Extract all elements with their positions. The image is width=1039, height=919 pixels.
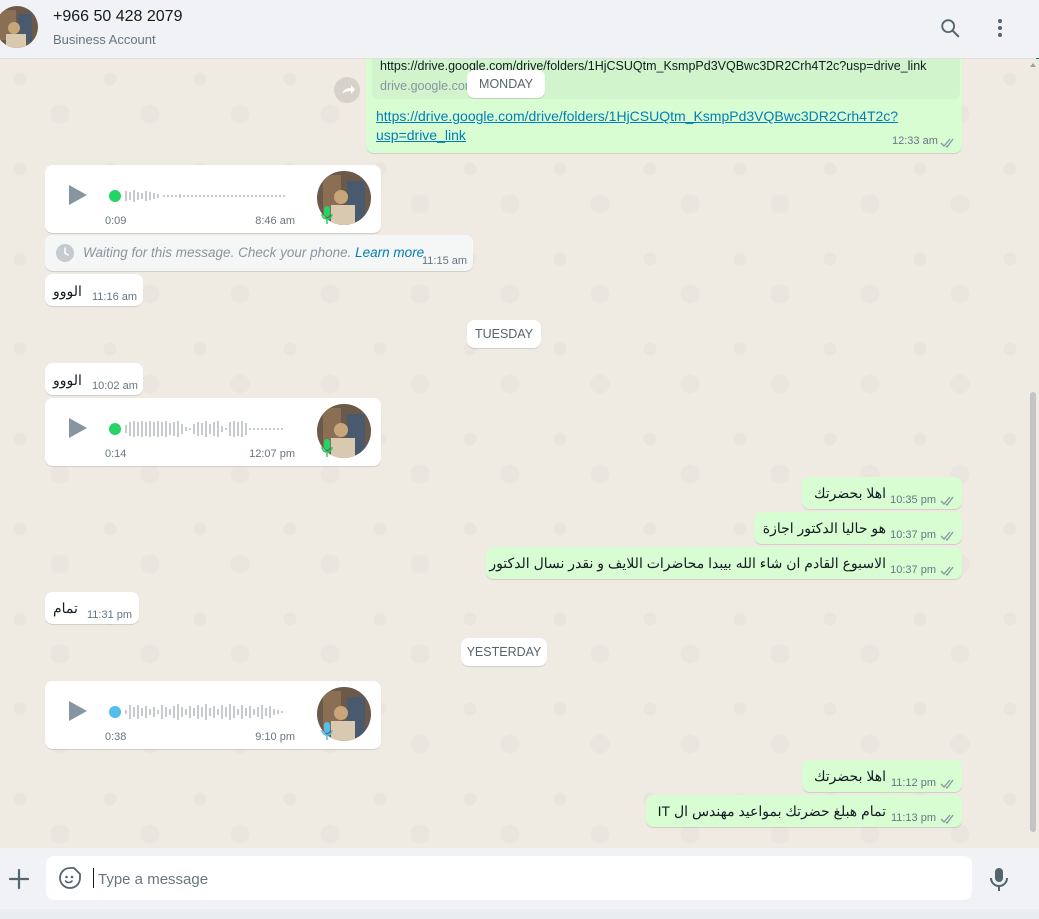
message-time: 12:07 pm <box>249 448 295 460</box>
date-separator: MONDAY <box>467 70 545 98</box>
message-text: تمام هبلغ حضرتك بمواعيد مهندس ال IT <box>657 803 886 819</box>
message-input-box[interactable] <box>46 856 972 902</box>
message-time: 11:13 pm <box>890 812 936 824</box>
microphone-icon <box>321 439 333 457</box>
microphone-icon <box>321 722 333 740</box>
voice-message-bubble[interactable]: 0:14 12:07 pm <box>45 398 381 466</box>
learn-more-link[interactable]: Learn more <box>355 245 424 260</box>
chat-scrollbar[interactable] <box>1030 62 1037 844</box>
waveform[interactable] <box>109 187 291 205</box>
incoming-message[interactable]: تمام 11:31 pm <box>45 592 139 624</box>
waiting-text: Waiting for this message. Check your pho… <box>83 245 424 260</box>
message-time: 10:35 pm <box>890 494 936 506</box>
message-time: 10:37 pm <box>890 564 936 576</box>
sticker-icon[interactable] <box>58 866 82 890</box>
message-input[interactable] <box>96 856 960 902</box>
window-bottom-edge <box>0 909 1039 919</box>
message-time: 10:02 am <box>92 380 138 392</box>
message-link-line1[interactable]: https://drive.google.com/drive/folders/1… <box>376 107 898 126</box>
chat-header: +966 50 428 2079 Business Account <box>0 0 1039 59</box>
forward-icon[interactable] <box>334 77 360 103</box>
voice-duration: 0:38 <box>105 731 127 743</box>
link-message-bubble[interactable]: https://drive.google.com/drive/folders/1… <box>366 59 962 153</box>
incoming-message[interactable]: الووو 10:02 am <box>45 363 143 395</box>
read-ticks-icon <box>940 531 954 541</box>
link-preview-domain: drive.google.com <box>380 79 476 93</box>
scroll-up-arrow-icon[interactable] <box>1030 62 1036 68</box>
voice-duration: 0:14 <box>105 448 127 460</box>
contact-avatar[interactable] <box>0 6 38 48</box>
clock-icon <box>56 244 74 262</box>
read-ticks-icon <box>940 496 954 506</box>
microphone-icon <box>321 206 333 224</box>
plus-icon[interactable] <box>6 866 32 892</box>
waveform[interactable] <box>109 703 291 721</box>
search-icon[interactable] <box>936 14 964 42</box>
outgoing-message[interactable]: تمام هبلغ حضرتك بمواعيد مهندس ال IT 11:1… <box>646 795 962 827</box>
link-preview-card[interactable]: https://drive.google.com/drive/folders/1… <box>372 59 960 99</box>
text-caret <box>93 868 94 888</box>
read-ticks-icon <box>940 138 954 148</box>
read-ticks-icon <box>940 566 954 576</box>
play-icon[interactable] <box>65 183 89 207</box>
waiting-message-bubble[interactable]: Waiting for this message. Check your pho… <box>45 235 473 271</box>
microphone-icon[interactable] <box>988 866 1010 892</box>
play-icon[interactable] <box>65 416 89 440</box>
message-time: 11:31 pm <box>87 609 133 621</box>
message-time: 9:10 pm <box>255 731 295 743</box>
message-text: هو حاليا الدكتور اجازة <box>762 520 886 536</box>
read-ticks-icon <box>940 814 954 824</box>
message-time: 11:16 am <box>92 291 138 303</box>
contact-subtitle: Business Account <box>53 32 156 47</box>
contact-name[interactable]: +966 50 428 2079 <box>53 8 182 26</box>
date-separator: TUESDAY <box>467 320 541 348</box>
date-separator: YESTERDAY <box>461 638 547 666</box>
incoming-message[interactable]: الووو 11:16 am <box>45 274 143 306</box>
scroll-thumb[interactable] <box>1030 392 1036 832</box>
voice-message-bubble[interactable]: 0:38 9:10 pm <box>45 681 381 749</box>
message-text: الاسبوع القادم ان شاء الله بيبدا محاضرات… <box>489 555 886 571</box>
message-text: تمام <box>53 600 78 616</box>
message-text: الووو <box>53 372 82 388</box>
message-link-line2[interactable]: usp=drive_link <box>376 126 898 145</box>
message-text: اهلا بحضرتك <box>813 768 886 784</box>
outgoing-message[interactable]: اهلا بحضرتك 10:35 pm <box>802 477 962 509</box>
outgoing-message[interactable]: اهلا بحضرتك 11:12 pm <box>802 760 962 792</box>
message-time: 11:12 pm <box>890 777 936 789</box>
message-list[interactable]: https://drive.google.com/drive/folders/1… <box>0 59 1039 848</box>
message-link[interactable]: https://drive.google.com/drive/folders/1… <box>376 107 898 145</box>
waiting-text-body: Waiting for this message. Check your pho… <box>83 245 352 260</box>
play-icon[interactable] <box>65 699 89 723</box>
waveform[interactable] <box>109 420 291 438</box>
link-preview-url: https://drive.google.com/drive/folders/1… <box>380 59 927 73</box>
message-time: 10:37 pm <box>890 529 936 541</box>
outgoing-message[interactable]: هو حاليا الدكتور اجازة 10:37 pm <box>754 512 962 544</box>
message-time: 8:46 am <box>255 215 295 227</box>
message-text: اهلا بحضرتك <box>813 485 886 501</box>
kebab-menu-icon[interactable] <box>986 14 1014 42</box>
voice-duration: 0:09 <box>105 215 127 227</box>
message-text: الووو <box>53 283 82 299</box>
voice-message-bubble[interactable]: 0:09 8:46 am <box>45 165 381 233</box>
read-ticks-icon <box>940 779 954 789</box>
message-time: 11:15 am <box>422 255 468 267</box>
message-time: 12:33 am <box>892 135 938 147</box>
outgoing-message[interactable]: الاسبوع القادم ان شاء الله بيبدا محاضرات… <box>486 547 962 579</box>
